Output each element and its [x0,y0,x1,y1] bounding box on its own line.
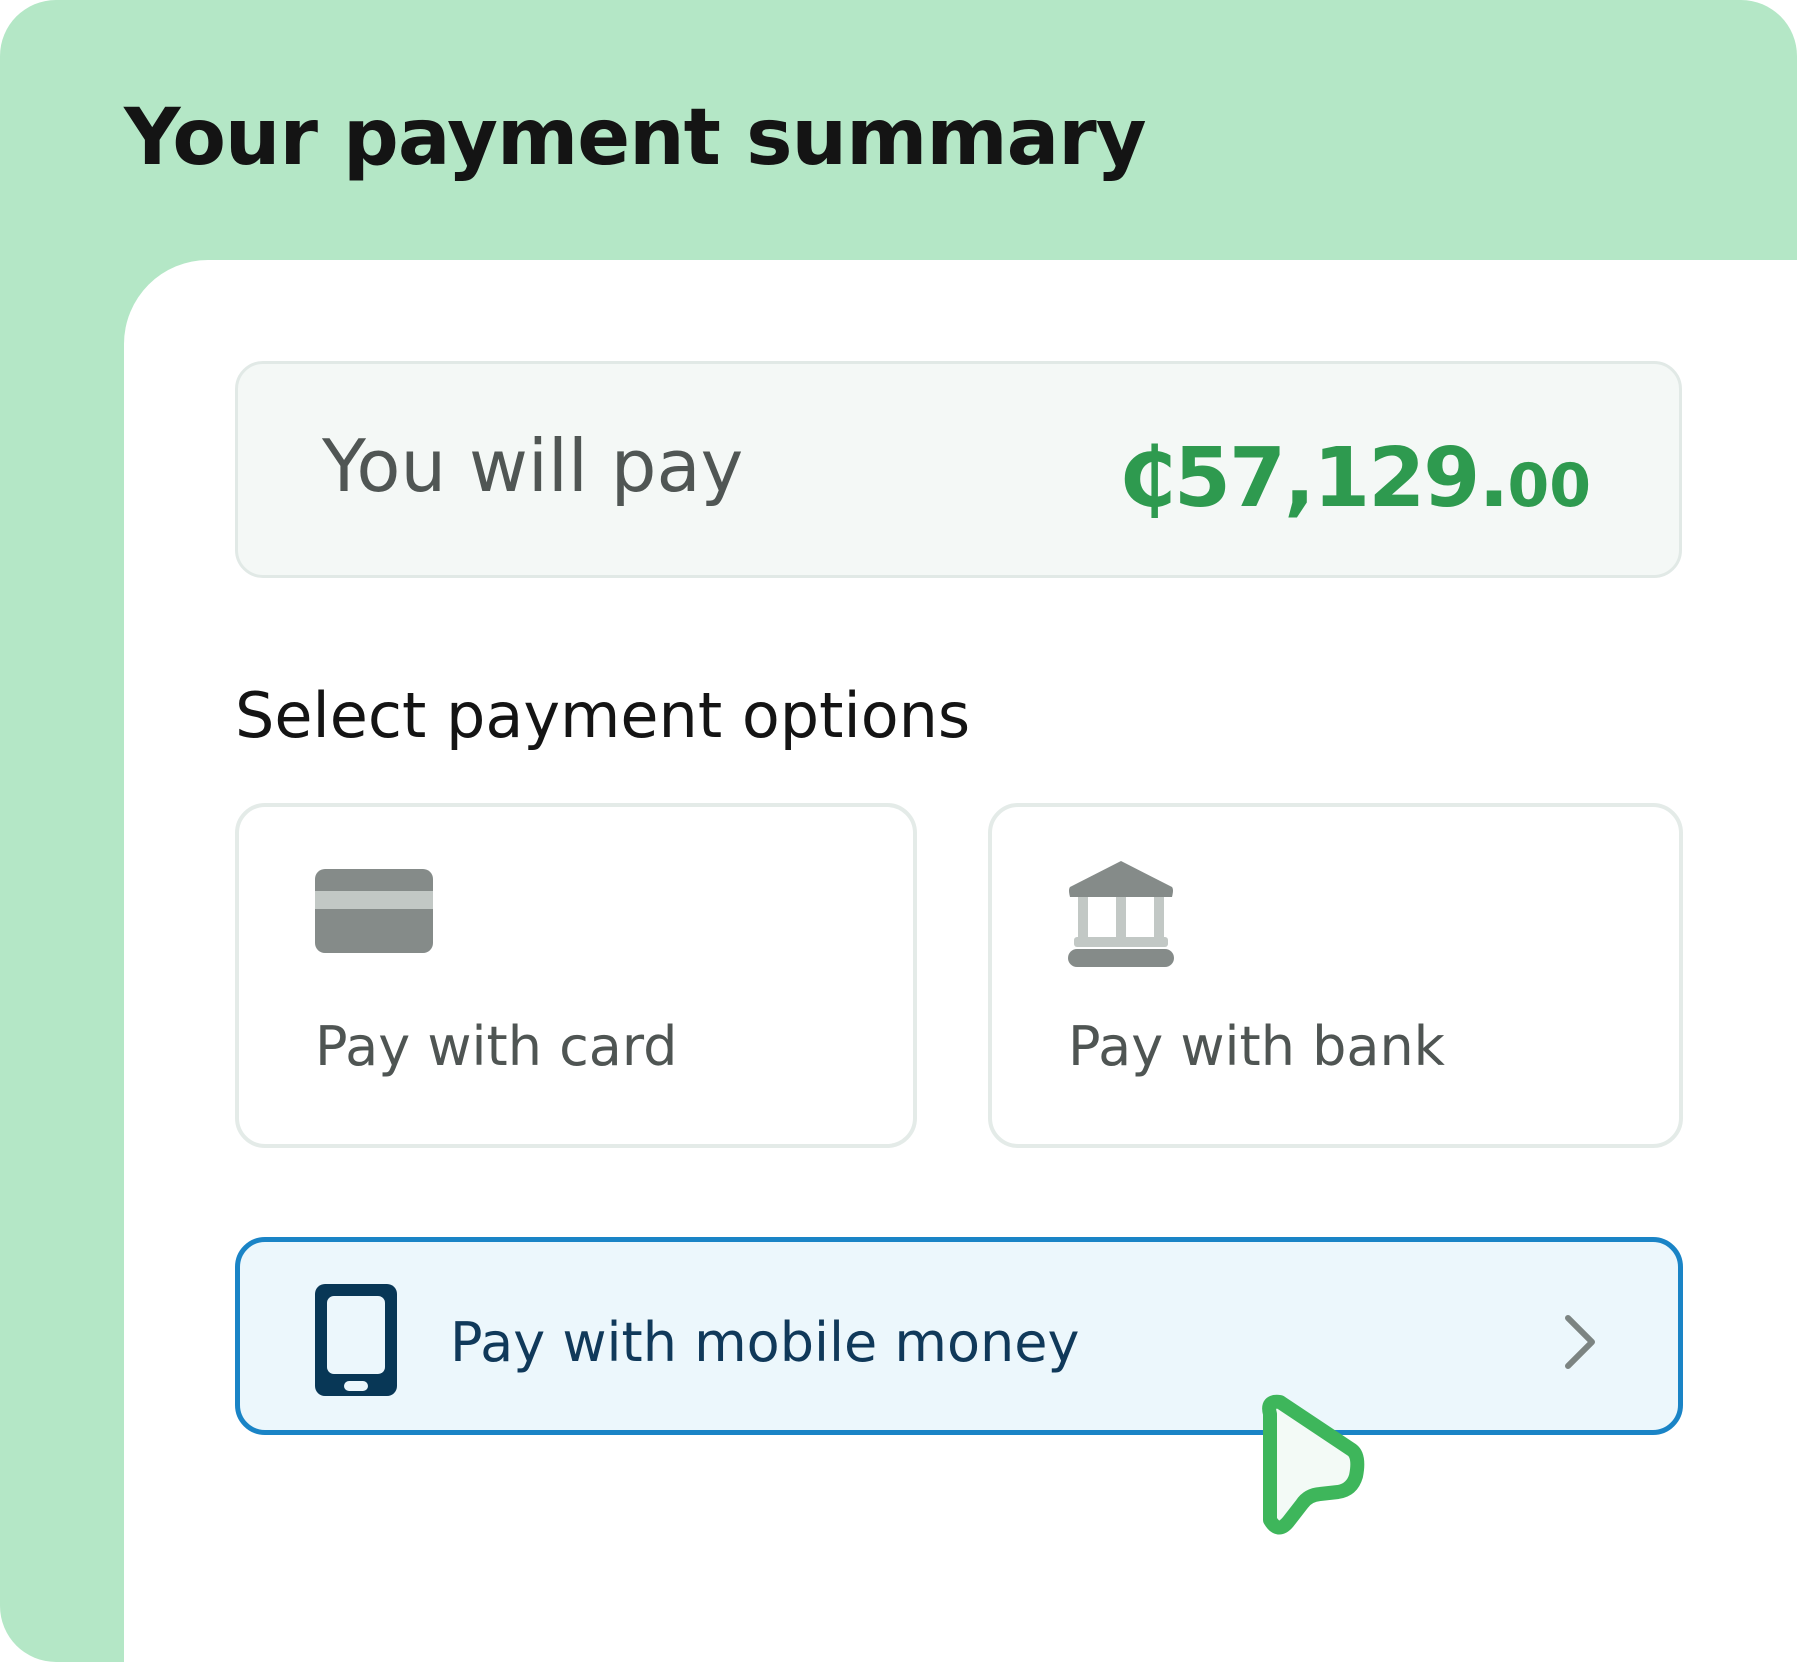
amount-summary-box: You will pay ₵57,129.00 [235,361,1682,578]
pay-with-bank-label: Pay with bank [1068,1015,1445,1078]
amount-main: ₵57,129. [1118,431,1510,526]
chevron-right-icon [1565,1315,1595,1369]
pay-with-card-label: Pay with card [315,1015,678,1078]
cursor-pointer-icon [1262,1394,1365,1535]
credit-card-icon [315,869,433,953]
payment-options-heading: Select payment options [235,679,971,752]
pay-with-mobile-money-option[interactable]: Pay with mobile money [235,1237,1683,1435]
payment-panel: You will pay ₵57,129.00 Select payment o… [124,260,1797,1662]
page-title: Your payment summary [124,93,1147,183]
amount-label: You will pay [322,424,744,508]
mobile-phone-icon [315,1284,397,1396]
pay-with-mobile-money-label: Pay with mobile money [450,1311,1080,1374]
amount-value: ₵57,129.00 [1119,438,1591,520]
pay-with-bank-option[interactable]: Pay with bank [988,803,1683,1148]
bank-icon [1068,861,1174,967]
amount-cents: 00 [1507,451,1592,521]
payment-summary-frame: Your payment summary You will pay ₵57,12… [0,0,1797,1662]
pay-with-card-option[interactable]: Pay with card [235,803,917,1148]
